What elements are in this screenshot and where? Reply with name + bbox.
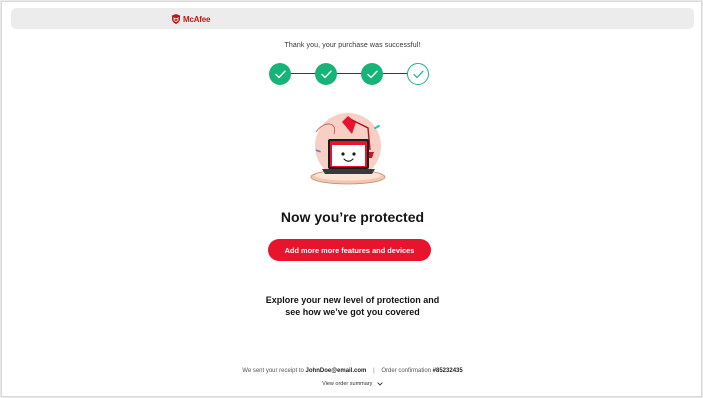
add-features-button[interactable]: Add more more features and devices bbox=[268, 239, 431, 261]
page-title: Now you’re protected bbox=[280, 209, 425, 225]
step-connector bbox=[291, 73, 315, 74]
receipt-email: JohnDoe@email.com bbox=[305, 368, 367, 374]
step-2-complete bbox=[315, 63, 337, 85]
order-number: #85232435 bbox=[432, 368, 463, 374]
step-3-complete bbox=[361, 63, 383, 85]
check-icon bbox=[412, 70, 424, 78]
explore-message: Explore your new level of protection and… bbox=[2, 294, 703, 318]
page-frame: McAfee Thank you, your purchase was succ… bbox=[1, 1, 702, 397]
check-icon bbox=[320, 70, 332, 78]
step-connector bbox=[383, 73, 407, 74]
mcafee-logo[interactable]: McAfee bbox=[171, 13, 210, 25]
progress-stepper bbox=[269, 63, 431, 85]
check-icon bbox=[366, 70, 378, 78]
purchase-success-message: Thank you, your purchase was successful! bbox=[284, 42, 421, 49]
explore-line-2: see how we’ve got you covered bbox=[285, 307, 420, 317]
step-4-current bbox=[407, 63, 429, 85]
receipt-info: We sent your receipt to JohnDoe@email.co… bbox=[2, 368, 703, 374]
check-icon bbox=[274, 70, 286, 78]
header-bar: McAfee bbox=[11, 8, 694, 29]
view-order-summary-label: View order summary bbox=[322, 381, 373, 387]
receipt-prefix: We sent your receipt to bbox=[242, 368, 304, 374]
receipt-separator: | bbox=[373, 368, 375, 374]
step-1-complete bbox=[269, 63, 291, 85]
protected-laptop-illustration bbox=[310, 113, 386, 185]
logo-text: McAfee bbox=[183, 14, 211, 24]
explore-line-1: Explore your new level of protection and bbox=[265, 295, 440, 305]
view-order-summary-link[interactable]: View order summary bbox=[2, 381, 703, 387]
chevron-down-icon bbox=[377, 381, 383, 386]
step-connector bbox=[337, 73, 361, 74]
mcafee-shield-icon bbox=[172, 14, 180, 24]
order-confirmation-label: Order confirmation bbox=[381, 368, 431, 374]
